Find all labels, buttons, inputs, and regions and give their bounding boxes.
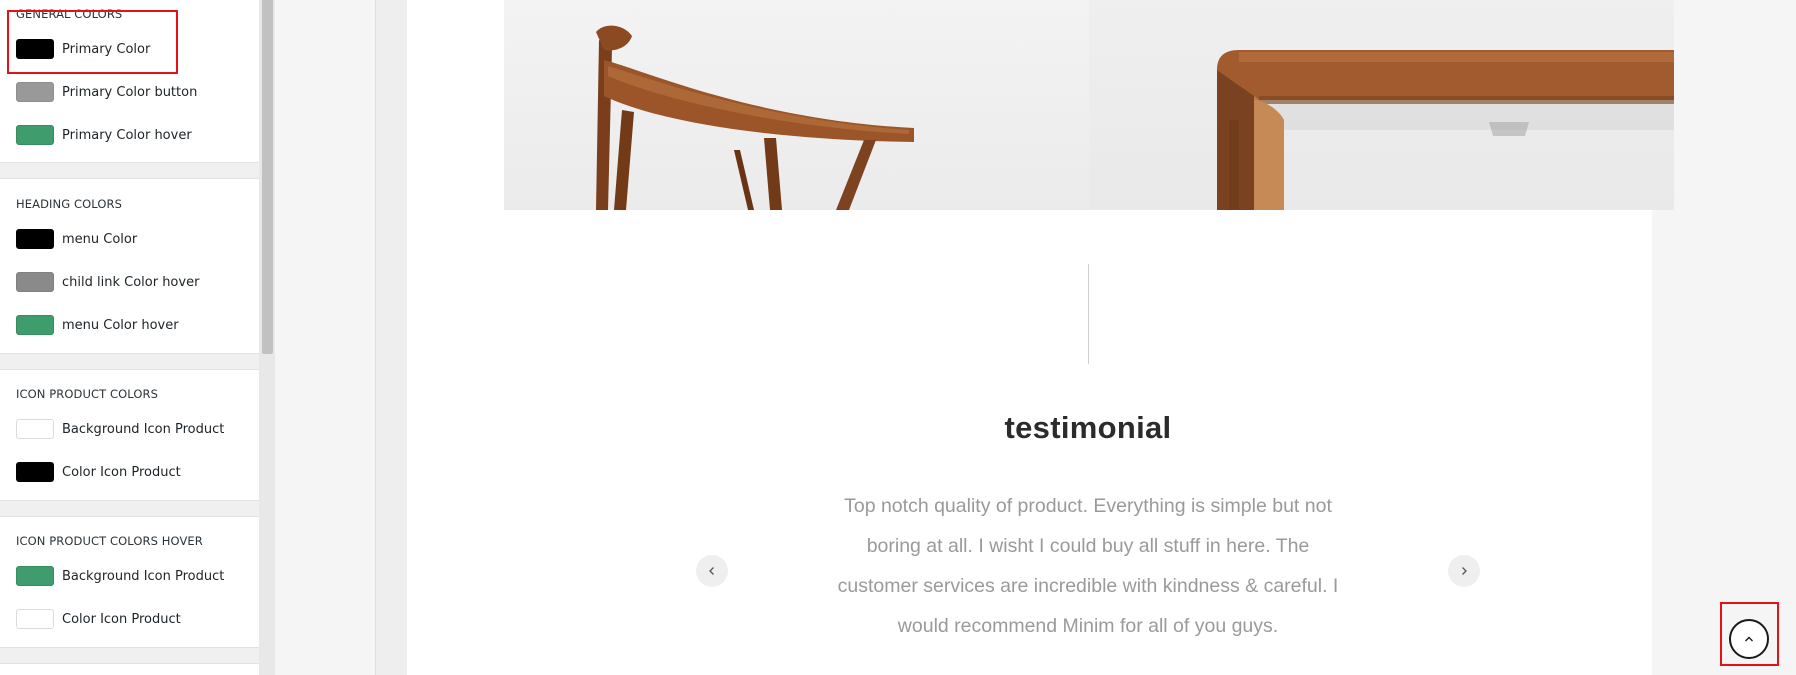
- color-swatch[interactable]: [16, 272, 54, 292]
- testimonial-heading: testimonial: [1004, 410, 1172, 445]
- testimonial-quote-line: boring at all. I wisht I could buy all s…: [866, 535, 1310, 557]
- color-setting-menu[interactable]: menu Color: [16, 229, 137, 249]
- color-setting-bg-icon-product-hover[interactable]: Background Icon Product: [16, 566, 224, 586]
- color-swatch[interactable]: [16, 82, 54, 102]
- wooden-chair-photo: [504, 0, 1089, 210]
- color-setting-primary-hover[interactable]: Primary Color hover: [16, 125, 192, 145]
- color-setting-menu-hover[interactable]: menu Color hover: [16, 315, 179, 335]
- section-title: ICON PRODUCT COLORS: [16, 387, 159, 401]
- color-swatch[interactable]: [16, 315, 54, 335]
- icon-product-colors-hover-section: ICON PRODUCT COLORS HOVER Background Ico…: [0, 516, 259, 648]
- section-title: ICON PRODUCT COLORS HOVER: [16, 534, 203, 548]
- testimonial-next-button[interactable]: [1448, 555, 1480, 587]
- chevron-right-icon: [1462, 567, 1467, 575]
- color-setting-primary-button[interactable]: Primary Color button: [16, 82, 197, 102]
- testimonial-quote-line: would recommend Minim for all of you guy…: [897, 615, 1279, 637]
- highlight-primary-color: [7, 10, 178, 74]
- color-setting-color-icon-product-hover[interactable]: Color Icon Product: [16, 609, 181, 629]
- next-section: [0, 663, 259, 675]
- color-setting-label: Background Icon Product: [62, 568, 225, 584]
- color-setting-label: Color Icon Product: [62, 611, 181, 627]
- color-setting-child-link-hover[interactable]: child link Color hover: [16, 272, 199, 292]
- color-setting-label: Primary Color button: [62, 84, 198, 100]
- preview-gutter: [375, 0, 407, 675]
- color-swatch[interactable]: [16, 609, 54, 629]
- color-setting-color-icon-product[interactable]: Color Icon Product: [16, 462, 181, 482]
- customizer-panel: GENERAL COLORS Primary Color Primary Col…: [0, 0, 259, 675]
- color-setting-label: Color Icon Product: [62, 464, 181, 480]
- color-swatch[interactable]: [16, 462, 54, 482]
- panel-scrollbar-thumb[interactable]: [262, 0, 273, 354]
- chevron-up-icon: [1745, 636, 1753, 642]
- section-title: HEADING COLORS: [16, 197, 123, 211]
- testimonial-quote-line: Top notch quality of product. Everything…: [844, 495, 1332, 517]
- color-swatch[interactable]: [16, 419, 54, 439]
- color-swatch[interactable]: [16, 125, 54, 145]
- color-swatch[interactable]: [16, 229, 54, 249]
- icon-product-colors-section: ICON PRODUCT COLORS Background Icon Prod…: [0, 369, 259, 501]
- color-setting-label: menu Color: [62, 231, 138, 247]
- wooden-table-corner-photo: [1089, 0, 1674, 210]
- heading-colors-section: HEADING COLORS menu Color child link Col…: [0, 178, 259, 354]
- color-setting-bg-icon-product[interactable]: Background Icon Product: [16, 419, 224, 439]
- color-setting-label: menu Color hover: [62, 317, 179, 333]
- testimonial-prev-button[interactable]: [696, 555, 728, 587]
- color-setting-label: Primary Color hover: [62, 127, 192, 143]
- color-setting-label: child link Color hover: [62, 274, 200, 290]
- color-setting-label: Background Icon Product: [62, 421, 225, 437]
- section-divider-line: [1088, 264, 1089, 364]
- testimonial-quote-line: customer services are incredible with ki…: [837, 575, 1339, 597]
- scroll-to-top-button[interactable]: [1729, 619, 1769, 659]
- color-swatch[interactable]: [16, 566, 54, 586]
- chevron-left-icon: [709, 567, 714, 575]
